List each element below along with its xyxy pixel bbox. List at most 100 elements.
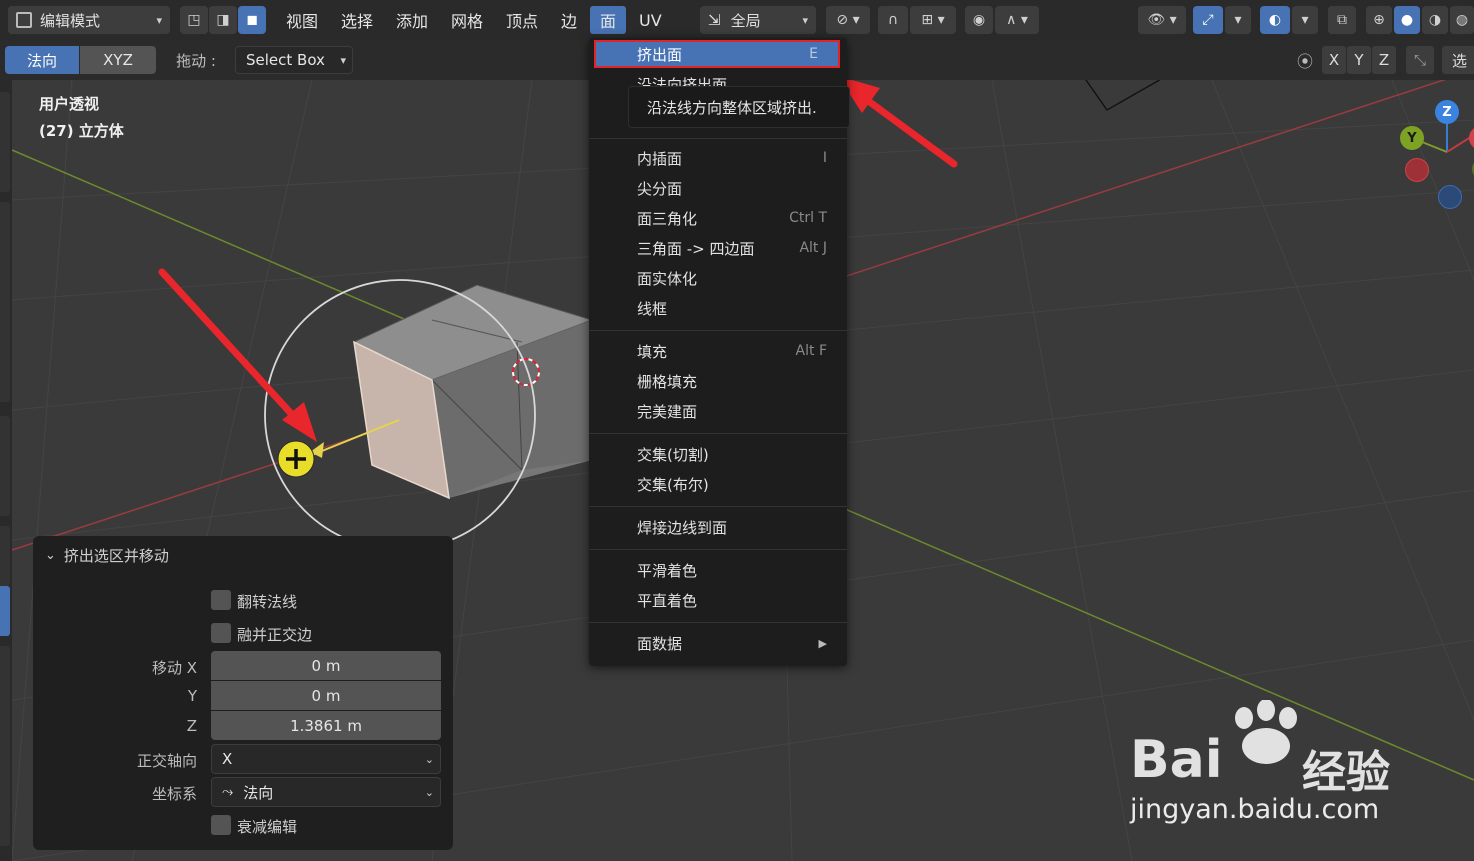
visibility-button[interactable]: 👁 ▾ <box>1138 6 1186 34</box>
mirror-y-toggle[interactable]: Y <box>1347 46 1371 74</box>
menu-vertex[interactable]: 顶点 <box>500 6 544 34</box>
menu-item-shade-flat[interactable]: 平直着色 <box>589 585 847 615</box>
menu-item-solidify[interactable]: 面实体化 <box>589 263 847 293</box>
mode-selector[interactable]: 编辑模式 ▾ <box>8 6 170 34</box>
gizmo-toggle-button[interactable]: ⤢ <box>1193 6 1223 34</box>
move-y-field[interactable]: 0 m <box>211 681 441 710</box>
gizmo-menu-button[interactable]: ▾ <box>1225 6 1251 34</box>
xray-toggle-button[interactable]: ⧉ <box>1328 6 1356 34</box>
menu-mesh[interactable]: 网格 <box>445 6 489 34</box>
menu-item-extrude-faces[interactable]: 挤出面 E <box>594 40 840 68</box>
panel-header[interactable]: ⌄ 挤出选区并移动 <box>45 545 169 566</box>
rendered-shading-button[interactable]: ◍ <box>1450 6 1474 34</box>
chevron-down-icon: ⌄ <box>424 752 434 766</box>
watermark-brand-cn: 经验 <box>1302 747 1390 798</box>
dissolve-ortho-checkbox[interactable] <box>211 623 231 643</box>
menu-item-tris-to-quads[interactable]: 三角面 -> 四边面 Alt J <box>589 233 847 263</box>
menu-separator <box>589 506 847 507</box>
menu-uv[interactable]: UV <box>633 6 668 34</box>
snap-target-button[interactable]: ⊞ ▾ <box>910 6 956 34</box>
magnet-icon: ∩ <box>887 12 899 28</box>
snap-toggle-button[interactable]: ∩ <box>878 6 908 34</box>
proportional-edit-button[interactable]: ◉ <box>965 6 993 34</box>
camera-object <box>1085 80 1161 111</box>
face-select-mode-button[interactable]: ◼ <box>238 6 266 34</box>
menu-item-weld-edges-into-faces[interactable]: 焊接边线到面 <box>589 512 847 542</box>
menu-item-grid-fill[interactable]: 栅格填充 <box>589 366 847 396</box>
toolbar-segment[interactable] <box>0 526 10 586</box>
toolbar-segment[interactable] <box>0 646 10 846</box>
vertex-select-icon: ◳ <box>187 12 201 28</box>
mirror-z-toggle[interactable]: Z <box>1372 46 1396 74</box>
paw-logo-icon <box>1235 700 1297 764</box>
menu-item-shade-smooth[interactable]: 平滑着色 <box>589 555 847 585</box>
wireframe-shading-button[interactable]: ⊕ <box>1366 6 1392 34</box>
gizmo-y-axis[interactable]: Y <box>1400 126 1424 150</box>
menu-item-intersect-knife[interactable]: 交集(切割) <box>589 439 847 469</box>
edge-select-mode-button[interactable]: ◨ <box>209 6 237 34</box>
move-x-field[interactable]: 0 m <box>211 651 441 680</box>
cube-object <box>352 284 594 500</box>
orient-normal-toggle[interactable]: 法向 <box>5 46 79 74</box>
view-name-label: 用户透视 <box>39 95 100 113</box>
snap-increment-icon: ⊞ ▾ <box>921 12 945 28</box>
menu-add[interactable]: 添加 <box>390 6 434 34</box>
coord-system-select[interactable]: ⤳ 法向 ⌄ <box>211 777 441 807</box>
menu-item-triangulate[interactable]: 面三角化 Ctrl T <box>589 203 847 233</box>
ortho-axis-select[interactable]: X ⌄ <box>211 744 441 774</box>
proportional-edit-checkbox[interactable] <box>211 815 231 835</box>
mode-label: 编辑模式 <box>40 11 101 30</box>
overlay-toggle-button[interactable]: ◐ <box>1260 6 1290 34</box>
move-z-field[interactable]: 1.3861 m <box>211 711 441 740</box>
material-shading-button[interactable]: ◑ <box>1422 6 1448 34</box>
mirror-x-toggle[interactable]: X <box>1322 46 1346 74</box>
toolbar-segment[interactable] <box>0 202 10 402</box>
menu-item-beautify-faces[interactable]: 完美建面 <box>589 396 847 426</box>
gizmo-neg-x-axis[interactable] <box>1405 158 1429 182</box>
submenu-arrow-icon: ▶ <box>818 636 827 650</box>
proportional-icon: ◉ <box>972 12 986 28</box>
toolbar-active-tool[interactable] <box>0 586 10 636</box>
options-button[interactable]: 选 <box>1442 46 1474 74</box>
face-select-icon: ◼ <box>246 12 258 28</box>
edit-mode-icon <box>16 12 32 28</box>
proportional-edit-label: 衰减编辑 <box>237 818 298 836</box>
menu-item-fill[interactable]: 填充 Alt F <box>589 336 847 366</box>
orient-xyz-toggle[interactable]: XYZ <box>80 46 156 74</box>
menu-item-face-data[interactable]: 面数据 ▶ <box>589 628 847 658</box>
overlay-menu-button[interactable]: ▾ <box>1292 6 1318 34</box>
material-sphere-icon: ◑ <box>1428 12 1442 28</box>
gizmo-neg-z-axis[interactable] <box>1438 185 1462 209</box>
solid-shading-button[interactable]: ● <box>1394 6 1420 34</box>
toolbar-segment[interactable] <box>0 416 10 516</box>
menu-item-inset-faces[interactable]: 内插面 I <box>589 143 847 173</box>
eye-icon: 👁 ▾ <box>1147 12 1177 28</box>
overlay-icon: ◐ <box>1268 12 1282 28</box>
chevron-down-icon: ▾ <box>802 13 808 27</box>
coord-system-label: 坐标系 <box>151 785 197 803</box>
auto-merge-icon[interactable]: ⤡ <box>1406 46 1434 74</box>
gizmo-z-axis[interactable]: Z <box>1435 100 1459 124</box>
menu-item-wireframe[interactable]: 线框 <box>589 293 847 323</box>
menu-edge[interactable]: 边 <box>555 6 583 34</box>
wireframe-sphere-icon: ⊕ <box>1373 12 1385 28</box>
falloff-curve-icon: ∧ ▾ <box>1006 12 1028 28</box>
pivot-point-button[interactable]: ⊘ ▾ <box>826 6 870 34</box>
drag-select-value: Select Box <box>246 51 325 69</box>
menu-item-intersect-boolean[interactable]: 交集(布尔) <box>589 469 847 499</box>
toolbar-segment[interactable] <box>0 92 10 192</box>
watermark-url: jingyan.baidu.com <box>1130 794 1380 825</box>
falloff-button[interactable]: ∧ ▾ <box>995 6 1039 34</box>
redo-last-panel: ⌄ 挤出选区并移动 翻转法线 融并正交边 移动 X Y Z 0 m 0 m 1.… <box>33 536 453 850</box>
chevron-down-icon: ▾ <box>340 53 346 67</box>
menu-select[interactable]: 选择 <box>335 6 379 34</box>
flip-normals-checkbox[interactable] <box>211 590 231 610</box>
menu-view[interactable]: 视图 <box>280 6 324 34</box>
drag-select-dropdown[interactable]: Select Box ▾ <box>235 46 353 74</box>
menu-face[interactable]: 面 <box>590 6 626 34</box>
transform-orientation-selector[interactable]: ⇲ 全局 ▾ <box>700 6 816 34</box>
menu-item-poke-faces[interactable]: 尖分面 <box>589 173 847 203</box>
mirror-icon[interactable]: ⦿ <box>1292 46 1318 74</box>
left-toolbar <box>0 80 12 861</box>
vertex-select-mode-button[interactable]: ◳ <box>180 6 208 34</box>
